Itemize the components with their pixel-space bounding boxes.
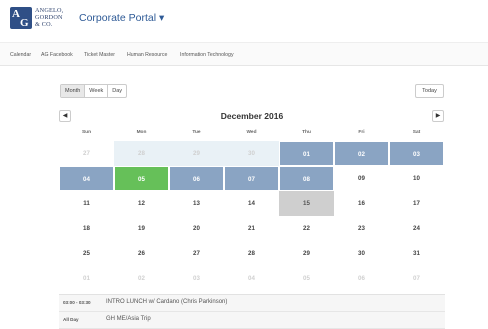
- calendar-day-cell[interactable]: 31: [389, 241, 444, 266]
- day-view-button[interactable]: Day: [108, 85, 126, 97]
- nav-item-information-technology[interactable]: Information Technology: [180, 52, 234, 58]
- logo-mark-g: G: [20, 17, 29, 29]
- calendar-day-cell[interactable]: 07: [224, 166, 279, 191]
- weekday-label: Thu: [302, 130, 311, 135]
- calendar-day-cell[interactable]: 14: [224, 191, 279, 216]
- calendar-day-cell[interactable]: 01: [59, 266, 114, 291]
- nav-item-ag-facebook[interactable]: AG Facebook: [41, 52, 73, 58]
- calendar-day-cell[interactable]: 17: [389, 191, 444, 216]
- calendar-day-cell[interactable]: 29: [169, 141, 224, 166]
- calendar-day-cell[interactable]: 12: [114, 191, 169, 216]
- calendar-day-cell[interactable]: 19: [114, 216, 169, 241]
- event-time: 03:00 - 03:30: [63, 300, 91, 305]
- event-title: GH ME/Asia Trip: [106, 316, 151, 322]
- logo-line: ANGELO,: [35, 7, 64, 14]
- weekday-label: Sat: [412, 130, 421, 135]
- weekday-label: Fri: [358, 130, 365, 135]
- calendar-day-cell[interactable]: 28: [224, 241, 279, 266]
- logo-line: & CO.: [35, 21, 53, 28]
- calendar-day-cell[interactable]: 25: [59, 241, 114, 266]
- company-logo[interactable]: A G: [10, 7, 32, 29]
- calendar-day-cell[interactable]: 10: [389, 166, 444, 191]
- calendar-day-cell[interactable]: 30: [224, 141, 279, 166]
- event-title: INTRO LUNCH w/ Cardano (Chris Parkinson): [106, 299, 228, 305]
- calendar-day-cell[interactable]: 28: [114, 141, 169, 166]
- calendar-day-cell[interactable]: 11: [59, 191, 114, 216]
- calendar-day-cell[interactable]: 18: [59, 216, 114, 241]
- calendar-day-cell[interactable]: 15: [279, 191, 334, 216]
- calendar-day-cell[interactable]: 06: [169, 166, 224, 191]
- logo-line: GORDON: [35, 14, 63, 21]
- calendar-day-cell[interactable]: 23: [334, 216, 389, 241]
- events-list: 03:00 - 03:30 INTRO LUNCH w/ Cardano (Ch…: [59, 294, 445, 329]
- calendar-day-cell[interactable]: 24: [389, 216, 444, 241]
- calendar-day-cell[interactable]: 27: [59, 141, 114, 166]
- logo-text: ANGELO, GORDON & CO.: [35, 7, 63, 28]
- calendar-day-cell[interactable]: 01: [279, 141, 334, 166]
- calendar-day-cell[interactable]: 21: [224, 216, 279, 241]
- event-time: All Day: [63, 317, 79, 322]
- view-switcher: Month Week Day: [60, 84, 128, 98]
- weekday-label: Tue: [192, 130, 201, 135]
- week-view-button[interactable]: Week: [85, 85, 109, 97]
- calendar-day-cell[interactable]: 13: [169, 191, 224, 216]
- portal-title-dropdown[interactable]: Corporate Portal ▾: [79, 12, 164, 24]
- nav-item-human-resource[interactable]: Human Resource: [127, 52, 167, 58]
- calendar-day-cell[interactable]: 30: [334, 241, 389, 266]
- calendar-day-cell[interactable]: 05: [279, 266, 334, 291]
- calendar-day-cell[interactable]: 04: [224, 266, 279, 291]
- calendar-day-cell[interactable]: 07: [389, 266, 444, 291]
- weekday-label: Wed: [246, 130, 257, 135]
- calendar-day-cell[interactable]: 02: [114, 266, 169, 291]
- calendar-day-cell[interactable]: 04: [59, 166, 114, 191]
- calendar-day-cell[interactable]: 20: [169, 216, 224, 241]
- calendar-day-cell[interactable]: 02: [334, 141, 389, 166]
- month-title: December 2016: [220, 111, 284, 121]
- calendar-day-cell[interactable]: 22: [279, 216, 334, 241]
- calendar-day-cell[interactable]: 03: [389, 141, 444, 166]
- calendar-day-cell[interactable]: 16: [334, 191, 389, 216]
- nav-item-calendar[interactable]: Calendar: [10, 52, 31, 58]
- calendar-day-cell[interactable]: 29: [279, 241, 334, 266]
- event-row[interactable]: All Day GH ME/Asia Trip: [59, 312, 445, 329]
- calendar-day-cell[interactable]: 26: [114, 241, 169, 266]
- header: A G ANGELO, GORDON & CO. Corporate Porta…: [0, 0, 488, 42]
- event-row[interactable]: 03:00 - 03:30 INTRO LUNCH w/ Cardano (Ch…: [59, 295, 445, 312]
- weekday-label: Sun: [81, 130, 92, 135]
- month-view-button[interactable]: Month: [61, 85, 86, 97]
- calendar-day-cell[interactable]: 03: [169, 266, 224, 291]
- top-navbar: Calendar AG Facebook Ticket Master Human…: [0, 42, 488, 66]
- logo-mark-a: A: [12, 8, 20, 20]
- calendar-day-cell[interactable]: 27: [169, 241, 224, 266]
- weekday-label: Mon: [136, 130, 147, 135]
- today-button[interactable]: Today: [415, 84, 444, 98]
- nav-item-ticket-master[interactable]: Ticket Master: [84, 52, 115, 58]
- calendar-day-cell[interactable]: 05: [114, 166, 169, 191]
- calendar-day-cell[interactable]: 09: [334, 166, 389, 191]
- calendar-day-cell[interactable]: 08: [279, 166, 334, 191]
- calendar-day-cell[interactable]: 06: [334, 266, 389, 291]
